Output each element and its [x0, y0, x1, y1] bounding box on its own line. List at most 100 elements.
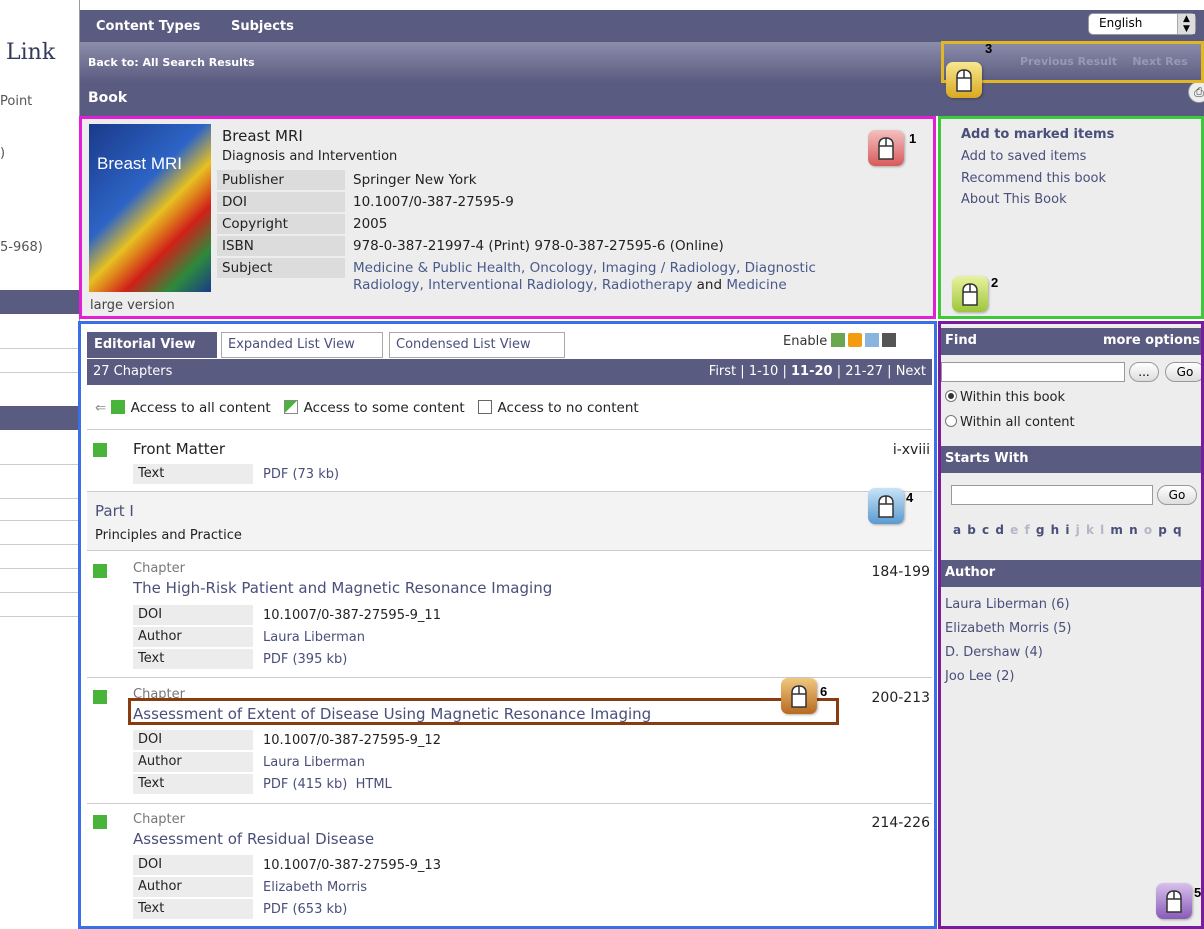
chapter-title-link[interactable]: Assessment of Extent of Disease Using Ma…: [133, 705, 651, 723]
meta-key: Author: [133, 627, 253, 647]
author-facet-link[interactable]: Elizabeth Morris (5): [945, 621, 1072, 636]
chapter-pdf-link[interactable]: PDF (653 kb): [263, 902, 347, 917]
page-first-link[interactable]: First: [709, 364, 736, 379]
separator: |: [887, 364, 892, 379]
previous-result-link[interactable]: Previous Result: [1020, 55, 1117, 68]
radio-unchecked-icon: [945, 415, 957, 427]
badge-number: 6: [820, 684, 828, 699]
author-facet-link[interactable]: Joo Lee (2): [945, 669, 1014, 684]
find-header: Find more options: [941, 328, 1204, 355]
radio-label: Within this book: [960, 390, 1066, 405]
find-go-button[interactable]: Go: [1165, 362, 1204, 382]
add-to-marked-items-link[interactable]: Add to marked items: [961, 127, 1114, 142]
author-header: Author: [941, 560, 1204, 587]
page-next-link[interactable]: Next: [896, 364, 926, 379]
book-cover-image[interactable]: Breast MRI: [89, 124, 211, 292]
nav-subjects[interactable]: Subjects: [231, 19, 294, 34]
letter-disabled: o: [1143, 523, 1154, 537]
part-header: Part I Principles and Practice: [87, 492, 932, 550]
large-version-link[interactable]: large version: [90, 298, 175, 313]
language-value: English: [1099, 16, 1143, 30]
chapter-pages: 200-213: [871, 690, 931, 706]
left-strip-bar: [0, 406, 80, 430]
front-matter-pdf-link[interactable]: PDF (73 kb): [263, 467, 339, 482]
starts-with-input[interactable]: [951, 485, 1153, 505]
nav-content-types[interactable]: Content Types: [96, 19, 200, 34]
chapter-count: 27 Chapters: [93, 364, 173, 379]
back-to-results-link[interactable]: Back to: All Search Results: [88, 56, 255, 69]
tab-expanded-list-view[interactable]: Expanded List View: [221, 332, 383, 358]
section-title-bar: Book: [80, 82, 1204, 116]
chapters-bar: 27 Chapters First | 1-10 | 11-20 | 21-27…: [87, 359, 932, 385]
find-input[interactable]: [941, 362, 1125, 382]
starts-with-header: Starts With: [941, 446, 1204, 473]
feed-icons[interactable]: [831, 332, 897, 352]
radio-within-book[interactable]: Within this book: [945, 390, 1065, 405]
divider: [0, 464, 80, 465]
letter-link[interactable]: a b c d: [953, 523, 1005, 537]
separator: |: [740, 364, 745, 379]
recommend-book-link[interactable]: Recommend this book: [961, 171, 1106, 186]
page-range-link[interactable]: 21-27: [845, 364, 883, 379]
part-subtitle: Principles and Practice: [95, 528, 242, 543]
meta-key: Text: [133, 899, 253, 919]
chapter-type: Chapter: [133, 687, 185, 702]
chapter-type: Chapter: [133, 561, 185, 576]
chapter-pdf-link[interactable]: PDF (395 kb): [263, 652, 347, 667]
chapter-author-link[interactable]: Laura Liberman: [263, 755, 365, 770]
letter-link[interactable]: g h i: [1036, 523, 1071, 537]
letter-link[interactable]: p q: [1158, 523, 1182, 537]
find-options-button[interactable]: ...: [1129, 362, 1159, 382]
radio-checked-icon: [945, 390, 957, 402]
more-options-link[interactable]: more options: [1103, 333, 1200, 348]
next-result-link[interactable]: Next Res: [1132, 55, 1187, 68]
about-book-link[interactable]: About This Book: [961, 192, 1067, 207]
meta-row-doi: DOI 10.1007/0-387-27595-9: [217, 192, 927, 213]
badge-number: 4: [906, 490, 914, 505]
print-icon[interactable]: ⎙: [1188, 81, 1204, 103]
tab-condensed-list-view[interactable]: Condensed List View: [389, 332, 565, 358]
tab-editorial-view[interactable]: Editorial View: [87, 332, 217, 358]
meta-key: Subject: [217, 258, 345, 278]
access-all-icon: [93, 815, 107, 829]
chapter-html-link[interactable]: HTML: [356, 777, 392, 792]
chapter-title-link[interactable]: Assessment of Residual Disease: [133, 830, 374, 848]
badge-number: 1: [909, 131, 917, 146]
letter-disabled: j k l: [1075, 523, 1106, 537]
cover-title: Breast MRI: [97, 154, 183, 173]
separator: |: [836, 364, 842, 379]
add-to-saved-items-link[interactable]: Add to saved items: [961, 149, 1086, 164]
site-logo[interactable]: Link: [6, 40, 55, 65]
page-title: Book: [88, 90, 128, 106]
chapter-pages: 214-226: [871, 815, 931, 831]
letter-link[interactable]: m n: [1110, 523, 1138, 537]
subject-links[interactable]: Medicine & Public Health, Oncology, Imag…: [353, 260, 816, 276]
chapter-pdf-link[interactable]: PDF (415 kb): [263, 777, 347, 792]
divider: [87, 803, 932, 804]
letter-disabled: e f: [1010, 523, 1031, 537]
legend-arrow-icon: ⇐: [95, 400, 107, 416]
divider: [0, 544, 80, 545]
subject-links[interactable]: Radiology, Interventional Radiology, Rad…: [353, 277, 692, 293]
mouse-click-icon: [1156, 883, 1192, 919]
part-label-link[interactable]: Part I: [95, 502, 134, 520]
author-facet-link[interactable]: Laura Liberman (6): [945, 597, 1070, 612]
meta-row-subject: Subject Medicine & Public Health, Oncolo…: [217, 258, 927, 298]
access-all-icon: [110, 400, 125, 414]
language-select[interactable]: English ▲ ▼: [1088, 13, 1196, 35]
legend-none: Access to no content: [497, 400, 639, 416]
find-label: Find: [945, 333, 977, 348]
chapter-author-link[interactable]: Elizabeth Morris: [263, 880, 367, 895]
mouse-click-icon: [868, 488, 904, 524]
divider: [0, 520, 80, 521]
badge-number: 5: [1194, 885, 1202, 900]
page-range-link[interactable]: 1-10: [749, 364, 779, 379]
chapter-author-link[interactable]: Laura Liberman: [263, 630, 365, 645]
meta-key: DOI: [217, 192, 345, 212]
starts-with-go-button[interactable]: Go: [1157, 485, 1197, 505]
chapter-title-link[interactable]: The High-Risk Patient and Magnetic Reson…: [133, 579, 552, 597]
radio-within-all[interactable]: Within all content: [945, 415, 1075, 430]
subject-link-medicine[interactable]: Medicine: [726, 277, 786, 293]
author-facet-link[interactable]: D. Dershaw (4): [945, 645, 1043, 660]
divider: [0, 568, 80, 569]
